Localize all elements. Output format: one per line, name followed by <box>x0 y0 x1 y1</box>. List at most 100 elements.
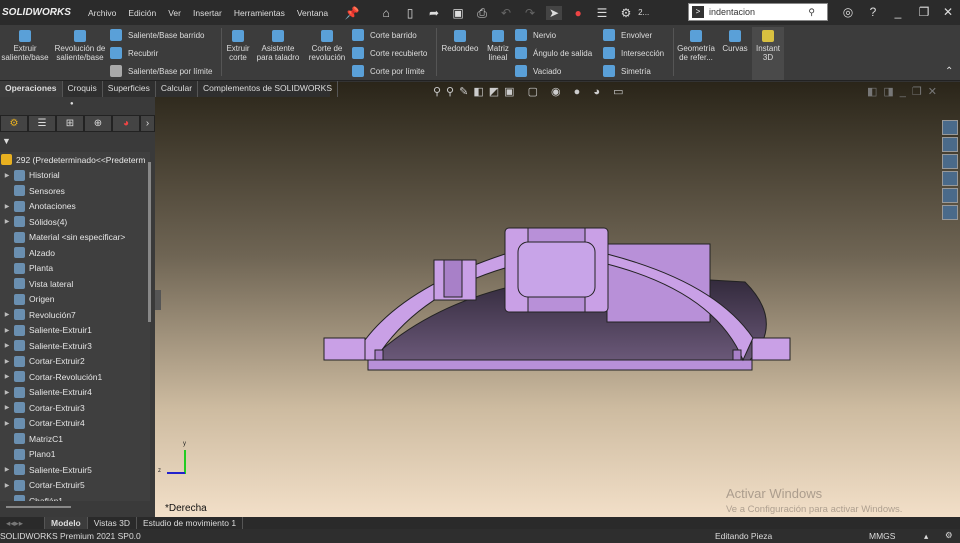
menu-edicion[interactable]: Edición <box>128 8 156 18</box>
part-model[interactable] <box>155 82 960 517</box>
tab-scroll-arrows[interactable]: ◂◂▸▸ <box>0 517 45 529</box>
new-document-icon[interactable]: ▯ <box>402 6 418 20</box>
tree-item[interactable]: MatrizC1 <box>0 431 150 447</box>
tree-item[interactable]: ▶ Historial <box>0 168 150 184</box>
gear-icon[interactable]: ⚙ <box>618 6 634 20</box>
tab-modelo[interactable]: Modelo <box>45 517 88 529</box>
tree-root[interactable]: 292 (Predeterminado<<Predeterm <box>0 152 150 168</box>
restore-icon[interactable]: ❐ <box>916 5 932 19</box>
file-explorer-icon[interactable] <box>942 154 958 169</box>
options-ellipsis[interactable]: 2... <box>638 8 649 17</box>
intersect-button[interactable]: Intersección <box>603 47 664 59</box>
tree-item[interactable]: ▶ Revolución7 <box>0 307 150 323</box>
revolve-boss-button[interactable]: Revolución de saliente/base <box>54 30 106 62</box>
menu-herramientas[interactable]: Herramientas <box>234 8 285 18</box>
design-library-icon[interactable] <box>942 120 958 135</box>
tree-item[interactable]: Chaflán1 <box>0 493 150 501</box>
lofted-cut-button[interactable]: Corte recubierto <box>352 47 427 59</box>
tree-item[interactable]: Plano1 <box>0 447 150 463</box>
expand-arrow-icon[interactable]: ▶ <box>0 404 14 411</box>
expand-arrow-icon[interactable]: ▶ <box>0 327 14 334</box>
expand-arrow-icon[interactable]: ▶ <box>0 420 14 427</box>
tree-item[interactable]: ▶ Sólidos(4) <box>0 214 150 230</box>
tree-h-scrollbar[interactable] <box>6 506 71 508</box>
tree-item[interactable]: ▶ Cortar-Extruir5 <box>0 478 150 494</box>
redo-icon[interactable]: ↷ <box>522 6 538 20</box>
resources-icon[interactable] <box>942 137 958 152</box>
tab-estudio-movimiento[interactable]: Estudio de movimiento 1 <box>137 517 244 529</box>
home-icon[interactable]: ⌂ <box>378 6 394 20</box>
boundary-boss-button[interactable]: Saliente/Base por límite <box>110 65 213 77</box>
instant-3d-button[interactable]: Instant 3D <box>752 27 784 80</box>
loft-button[interactable]: Recubrir <box>110 47 158 59</box>
view-palette-icon[interactable] <box>942 171 958 186</box>
units-up-icon[interactable]: ▴ <box>924 531 928 542</box>
expand-arrow-icon[interactable]: ▶ <box>0 373 14 380</box>
undo-icon[interactable]: ↶ <box>498 6 514 20</box>
expand-arrow-icon[interactable]: ▶ <box>0 172 14 179</box>
close-icon[interactable]: ✕ <box>940 5 956 19</box>
tree-item[interactable]: ▶ Anotaciones <box>0 199 150 215</box>
reference-geometry-button[interactable]: Geometría de refer... <box>675 30 717 62</box>
print-icon[interactable]: ⎙ <box>474 6 490 20</box>
wrap-button[interactable]: Envolver <box>603 29 652 41</box>
tab-vistas-3d[interactable]: Vistas 3D <box>88 517 137 529</box>
extrude-boss-button[interactable]: Extruir saliente/base <box>0 30 50 62</box>
display-manager-tab-icon[interactable]: ◕ <box>112 115 140 132</box>
hole-wizard-button[interactable]: Asistente para taladro <box>254 30 302 62</box>
expand-arrow-icon[interactable]: ▶ <box>0 389 14 396</box>
property-manager-tab-icon[interactable]: ☰ <box>28 115 56 132</box>
tree-item[interactable]: Alzado <box>0 245 150 261</box>
tree-item[interactable]: ▶ Saliente-Extruir5 <box>0 462 150 478</box>
expand-arrow-icon[interactable]: ▶ <box>0 466 14 473</box>
tab-croquis[interactable]: Croquis <box>63 81 103 97</box>
tree-item[interactable]: ▶ Cortar-Extruir3 <box>0 400 150 416</box>
custom-properties-icon[interactable] <box>942 205 958 220</box>
boundary-cut-button[interactable]: Corte por límite <box>352 65 425 77</box>
menu-insertar[interactable]: Insertar <box>193 8 222 18</box>
tree-item[interactable]: ▶ Saliente-Extruir1 <box>0 323 150 339</box>
collapse-ribbon-icon[interactable]: ⌃ <box>945 66 953 77</box>
graphics-viewport[interactable]: ⚲⚲✎◧◩▣ ▢ ◉ ● ◕ ▭ ◧◨_❐✕ y z *Derecha Acti… <box>155 82 960 517</box>
dimxpert-tab-icon[interactable]: ⊕ <box>84 115 112 132</box>
search-input[interactable]: > indentacion ⚲ <box>688 3 828 21</box>
minimize-icon[interactable]: _ <box>890 5 906 19</box>
tree-item[interactable]: ▶ Cortar-Extruir4 <box>0 416 150 432</box>
expand-arrow-icon[interactable]: ▶ <box>0 482 14 489</box>
shell-button[interactable]: Vaciado <box>515 65 561 77</box>
mirror-button[interactable]: Simetría <box>603 65 651 77</box>
rebuild-icon[interactable]: ● <box>570 6 586 20</box>
tree-scrollbar[interactable] <box>148 162 151 322</box>
search-value[interactable]: indentacion <box>709 7 755 17</box>
open-icon[interactable]: ➦ <box>426 6 442 20</box>
menu-archivo[interactable]: Archivo <box>88 8 116 18</box>
feature-manager-tab-icon[interactable]: ⚙ <box>0 115 28 132</box>
tree-item[interactable]: ▶ Cortar-Revolución1 <box>0 369 150 385</box>
tree-item[interactable]: Planta <box>0 261 150 277</box>
expand-arrow-icon[interactable]: ▶ <box>0 358 14 365</box>
pin-icon[interactable]: 📌 <box>344 6 360 20</box>
revolve-cut-button[interactable]: Corte de revolución <box>305 30 349 62</box>
menu-ver[interactable]: Ver <box>168 8 181 18</box>
search-icon[interactable]: ⚲ <box>808 7 815 18</box>
extrude-cut-button[interactable]: Extruir corte <box>223 30 253 62</box>
tab-complementos[interactable]: Complementos de SOLIDWORKS <box>198 81 339 97</box>
curves-button[interactable]: Curvas <box>719 30 751 53</box>
swept-boss-button[interactable]: Saliente/Base barrido <box>110 29 205 41</box>
filter-icon[interactable]: ▼ <box>2 136 11 146</box>
help-icon[interactable]: ? <box>865 5 881 19</box>
draft-button[interactable]: Ángulo de salida <box>515 47 592 59</box>
swept-cut-button[interactable]: Corte barrido <box>352 29 417 41</box>
expand-arrow-icon[interactable]: ▶ <box>0 311 14 318</box>
expand-arrow-icon[interactable]: ▶ <box>0 342 14 349</box>
tree-item[interactable]: ▶ Saliente-Extruir4 <box>0 385 150 401</box>
customize-icon[interactable]: ⚙ <box>945 530 953 541</box>
rib-button[interactable]: Nervio <box>515 29 556 41</box>
save-icon[interactable]: ▣ <box>450 6 466 20</box>
appearances-icon[interactable] <box>942 188 958 203</box>
configuration-manager-tab-icon[interactable]: ⊞ <box>56 115 84 132</box>
linear-pattern-button[interactable]: Matriz lineal <box>483 30 513 62</box>
tree-item[interactable]: Origen <box>0 292 150 308</box>
tree-item[interactable]: Vista lateral <box>0 276 150 292</box>
tree-item[interactable]: Material <sin especificar> <box>0 230 150 246</box>
